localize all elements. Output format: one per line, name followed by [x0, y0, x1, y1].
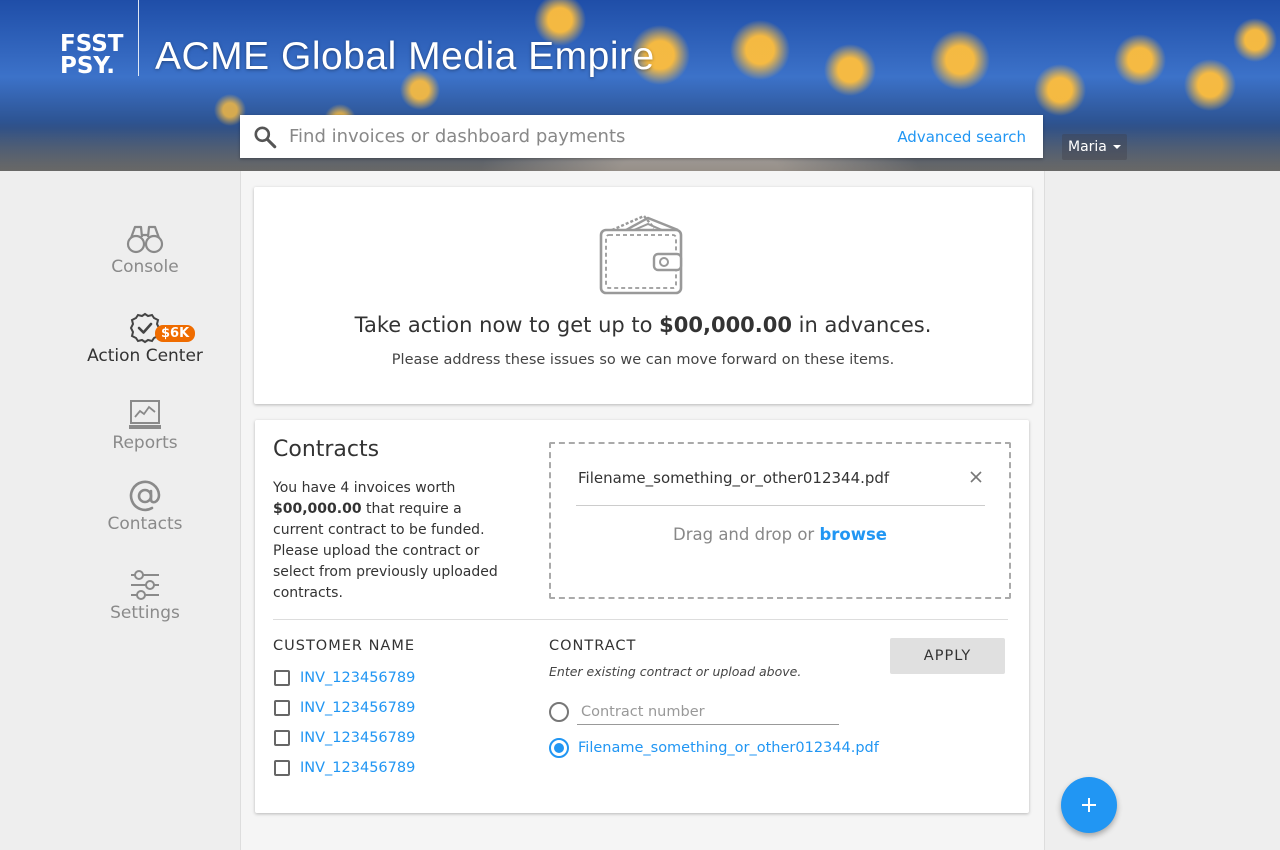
advanced-search-link[interactable]: Advanced search [897, 128, 1026, 146]
add-button[interactable] [1061, 777, 1117, 833]
section-divider [273, 619, 1008, 620]
list-item: INV_123456789 [274, 668, 415, 688]
invoice-link[interactable]: INV_123456789 [300, 700, 415, 716]
contracts-desc-amount: $00,000.00 [273, 501, 362, 517]
binoculars-icon [126, 225, 164, 254]
contracts-description: You have 4 invoices worth $00,000.00 tha… [273, 478, 513, 604]
search-bar: Advanced search [240, 115, 1043, 158]
uploaded-file-row: Filename_something_or_other012344.pdf [576, 466, 985, 506]
drag-drop-text: Drag and drop or [673, 525, 820, 544]
logo-line-1: FSST [60, 31, 124, 57]
customer-name-header: CUSTOMER NAME [273, 638, 416, 654]
contracts-title: Contracts [273, 437, 380, 462]
invoice-checkbox[interactable] [274, 700, 290, 716]
user-menu[interactable]: Maria [1062, 134, 1127, 160]
action-center-badge: $6K [155, 325, 196, 342]
promo-title: Take action now to get up to $00,000.00 … [254, 313, 1032, 337]
promo-title-text: Take action now to get up to [354, 313, 660, 337]
app-title: ACME Global Media Empire [155, 35, 655, 78]
invoice-link[interactable]: INV_123456789 [300, 730, 415, 746]
close-icon[interactable] [967, 468, 985, 486]
invoice-link[interactable]: INV_123456789 [300, 670, 415, 686]
user-name: Maria [1068, 139, 1107, 155]
uploaded-file-option-label[interactable]: Filename_something_or_other012344.pdf [578, 740, 879, 756]
uploaded-file-radio[interactable] [549, 738, 569, 758]
chevron-down-icon [1112, 145, 1121, 149]
invoice-checkbox[interactable] [274, 760, 290, 776]
promo-title-suffix: in advances. [792, 313, 932, 337]
list-item: INV_123456789 [274, 758, 415, 778]
invoice-checkbox[interactable] [274, 670, 290, 686]
logo-divider [138, 0, 139, 76]
list-item: INV_123456789 [274, 728, 415, 748]
promo-amount: $00,000.00 [659, 313, 792, 337]
promo-subtitle: Please address these issues so we can mo… [391, 352, 895, 368]
invoice-link[interactable]: INV_123456789 [300, 760, 415, 776]
invoice-checkbox[interactable] [274, 730, 290, 746]
search-icon[interactable] [252, 124, 278, 150]
at-sign-icon [129, 480, 161, 512]
contract-hint: Enter existing contract or upload above. [549, 664, 802, 679]
contracts-desc-text: You have 4 invoices worth [273, 480, 456, 496]
contract-header: CONTRACT [549, 638, 637, 654]
wallet-icon [599, 214, 683, 295]
contract-number-radio[interactable] [549, 702, 569, 722]
logo[interactable]: FSST PSY. [60, 31, 126, 79]
browse-link[interactable]: browse [819, 525, 887, 544]
contract-number-input[interactable] [577, 699, 839, 725]
search-input[interactable] [289, 126, 898, 147]
sliders-icon [131, 570, 159, 600]
list-item: INV_123456789 [274, 698, 415, 718]
chart-monitor-icon [129, 400, 161, 429]
sidebar: Console $6K Action Center Reports Contac… [0, 171, 240, 850]
apply-button[interactable]: APPLY [890, 638, 1005, 674]
uploaded-file-name: Filename_something_or_other012344.pdf [578, 469, 890, 487]
plus-icon [1082, 798, 1096, 812]
logo-line-2: PSY. [60, 53, 116, 79]
drag-drop-prompt: Drag and drop or browse [549, 525, 1011, 544]
